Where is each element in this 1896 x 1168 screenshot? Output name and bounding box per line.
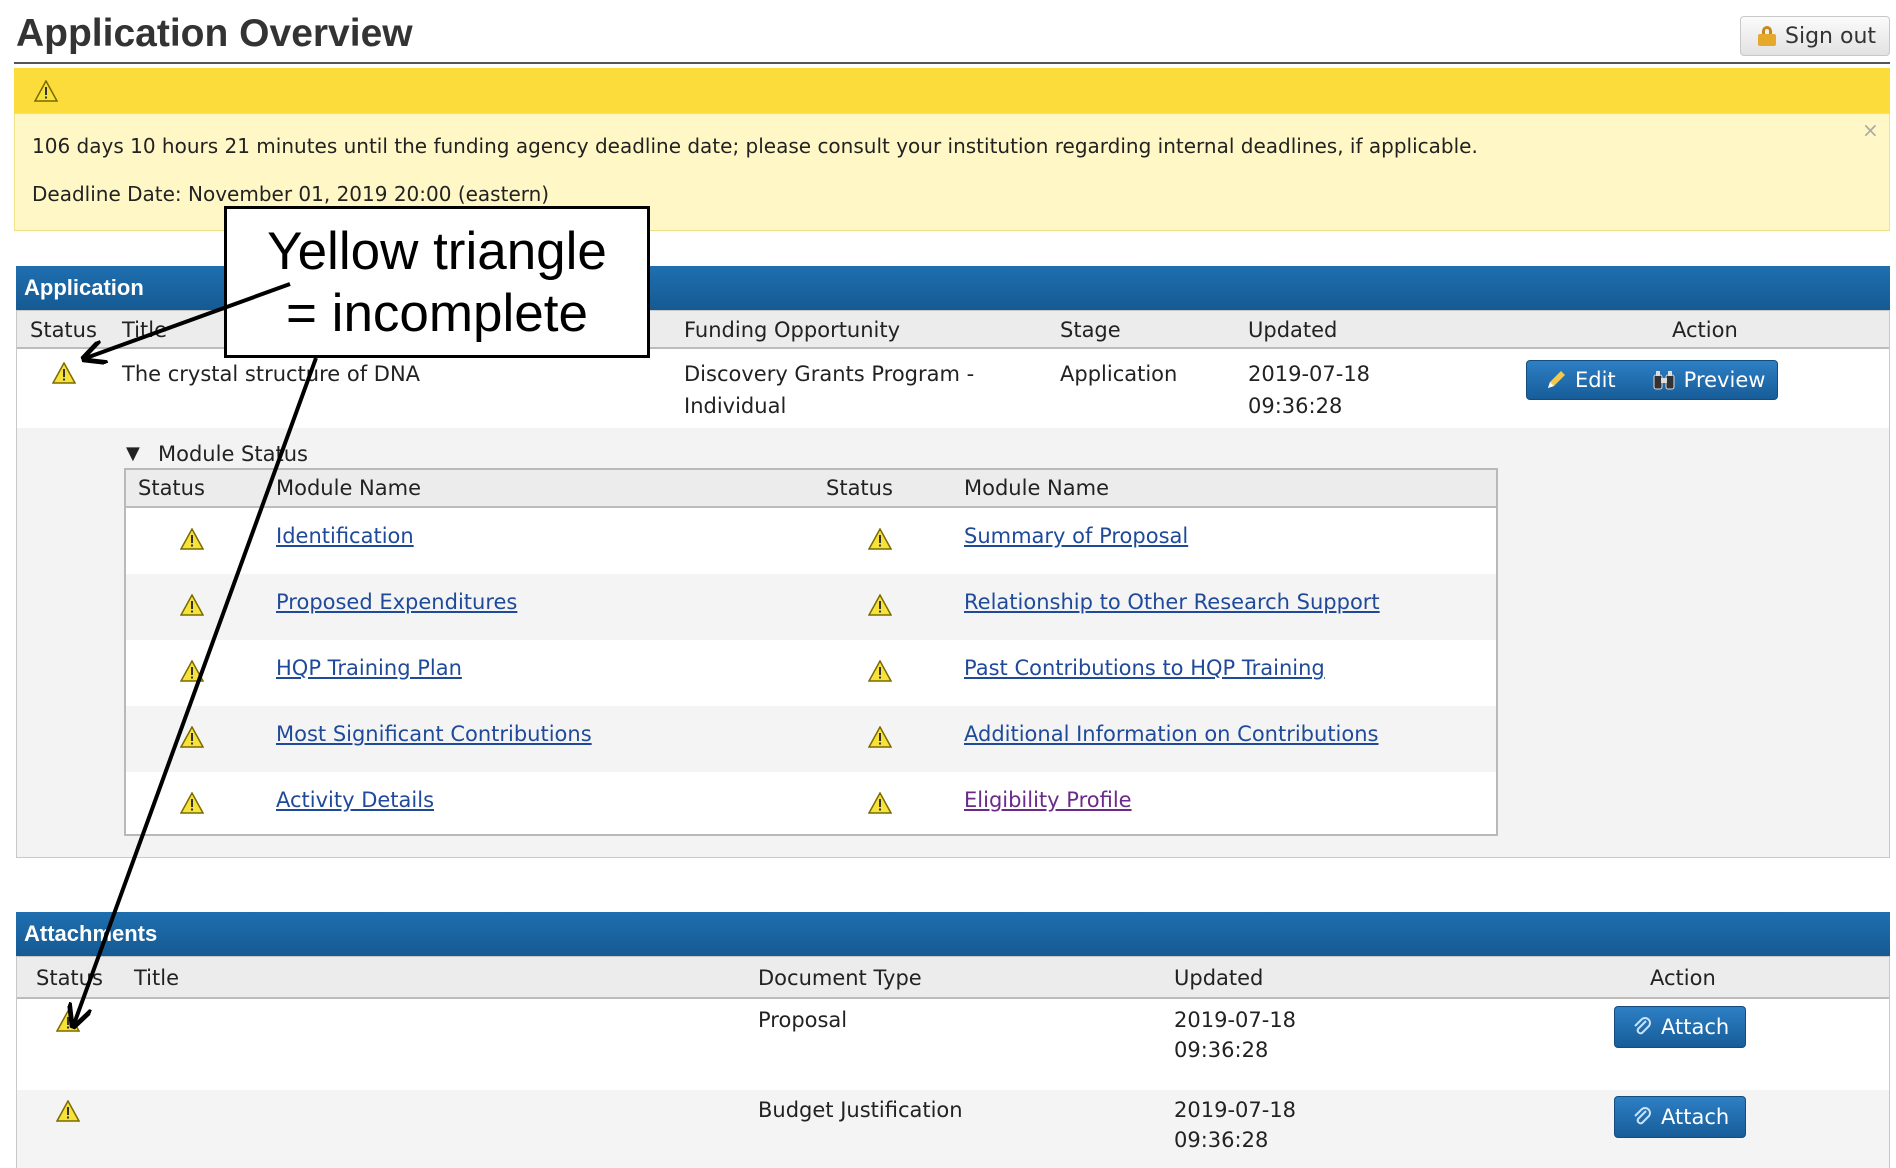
close-icon[interactable]: × [1862, 118, 1879, 142]
warning-triangle-icon [180, 726, 204, 748]
module-link[interactable]: Identification [276, 524, 414, 548]
warning-triangle-icon [52, 362, 76, 384]
module-row: Identification Summary of Proposal [126, 508, 1496, 574]
warning-triangle-icon [868, 528, 892, 550]
attachment-updated-date: 2019-07-18 [1174, 1098, 1297, 1122]
attachment-updated-time: 09:36:28 [1174, 1128, 1269, 1152]
module-status-label[interactable]: Module Status [158, 438, 308, 470]
sign-out-button[interactable]: Sign out [1740, 16, 1890, 56]
att-col-title: Title [134, 966, 180, 990]
module-link[interactable]: Additional Information on Contributions [964, 722, 1379, 746]
warning-triangle-icon [868, 726, 892, 748]
module-col-name-right: Module Name [964, 476, 1109, 500]
warning-triangle-icon [56, 1100, 80, 1122]
application-stage: Application [1060, 362, 1178, 386]
attachments-panel-header: Attachments [16, 912, 1890, 956]
page-title: Application Overview [16, 12, 413, 55]
funding-line-1: Discovery Grants Program - [684, 362, 975, 386]
lock-icon [1757, 26, 1777, 46]
attachment-updated-time: 09:36:28 [1174, 1038, 1269, 1062]
module-col-status-left: Status [138, 476, 205, 500]
attachment-document-type: Proposal [758, 1008, 848, 1032]
module-row: Proposed Expenditures Relationship to Oth… [126, 574, 1496, 640]
module-link[interactable]: HQP Training Plan [276, 656, 462, 680]
binoculars-icon [1653, 371, 1675, 390]
alert-deadline-text: Deadline Date: November 01, 2019 20:00 (… [32, 182, 550, 206]
alert-countdown-text: 106 days 10 hours 21 minutes until the f… [32, 134, 1478, 158]
warning-triangle-icon [868, 792, 892, 814]
module-col-name-left: Module Name [276, 476, 421, 500]
col-action: Action [1672, 318, 1738, 342]
module-row: HQP Training Plan Past Contributions to H… [126, 640, 1496, 706]
annotation-line-1: Yellow triangle [267, 222, 607, 281]
warning-triangle-icon [180, 660, 204, 682]
alert-banner-bar [14, 68, 1890, 113]
pencil-icon [1548, 371, 1565, 388]
warning-triangle-icon [868, 660, 892, 682]
warning-triangle-icon [34, 80, 58, 102]
warning-triangle-icon [868, 594, 892, 616]
att-col-action: Action [1650, 966, 1716, 990]
edit-label: Edit [1575, 368, 1616, 392]
annotation-callout: Yellow triangle = incomplete [224, 206, 650, 358]
module-link[interactable]: Past Contributions to HQP Training [964, 656, 1325, 680]
edit-button[interactable]: Edit [1527, 361, 1634, 399]
module-row: Activity Details Eligibility Profile [126, 772, 1496, 838]
warning-triangle-icon [180, 594, 204, 616]
annotation-line-2: = incomplete [286, 284, 588, 343]
col-stage: Stage [1060, 318, 1121, 342]
attach-label: Attach [1661, 1105, 1730, 1129]
module-link[interactable]: Relationship to Other Research Support [964, 590, 1380, 614]
application-title: The crystal structure of DNA [122, 362, 421, 386]
col-title: Title [122, 318, 168, 342]
warning-triangle-icon [180, 528, 204, 550]
preview-label: Preview [1683, 368, 1766, 392]
attachment-document-type: Budget Justification [758, 1098, 963, 1122]
paperclip-icon [1634, 1017, 1651, 1035]
module-row: Most Significant Contributions Additional… [126, 706, 1496, 772]
sign-out-label: Sign out [1785, 23, 1877, 49]
attach-button[interactable]: Attach [1614, 1096, 1746, 1138]
attachment-updated-date: 2019-07-18 [1174, 1008, 1297, 1032]
attach-label: Attach [1661, 1015, 1730, 1039]
preview-button[interactable]: Preview [1634, 361, 1784, 399]
col-status: Status [30, 318, 97, 342]
attach-button[interactable]: Attach [1614, 1006, 1746, 1048]
module-link[interactable]: Most Significant Contributions [276, 722, 592, 746]
edit-preview-button-group: Edit Preview [1526, 360, 1778, 400]
att-col-updated: Updated [1174, 966, 1264, 990]
funding-line-2: Individual [684, 394, 787, 418]
application-updated-date: 2019-07-18 [1248, 362, 1371, 386]
module-link[interactable]: Summary of Proposal [964, 524, 1188, 548]
paperclip-icon [1634, 1107, 1651, 1125]
module-link[interactable]: Activity Details [276, 788, 434, 812]
att-col-document-type: Document Type [758, 966, 922, 990]
col-updated: Updated [1248, 318, 1338, 342]
module-status-table: Status Module Name Status Module Name Id… [124, 468, 1498, 836]
col-funding-opportunity: Funding Opportunity [684, 318, 901, 342]
module-col-status-right: Status [826, 476, 893, 500]
att-col-status: Status [36, 966, 103, 990]
module-link[interactable]: Eligibility Profile [964, 788, 1132, 812]
warning-triangle-icon [180, 792, 204, 814]
module-status-toggle-icon[interactable]: ▼ [126, 438, 140, 470]
warning-triangle-icon [56, 1010, 80, 1032]
module-link[interactable]: Proposed Expenditures [276, 590, 517, 614]
attachments-table-header [17, 957, 1889, 999]
title-divider [14, 62, 1890, 64]
application-updated-time: 09:36:28 [1248, 394, 1343, 418]
